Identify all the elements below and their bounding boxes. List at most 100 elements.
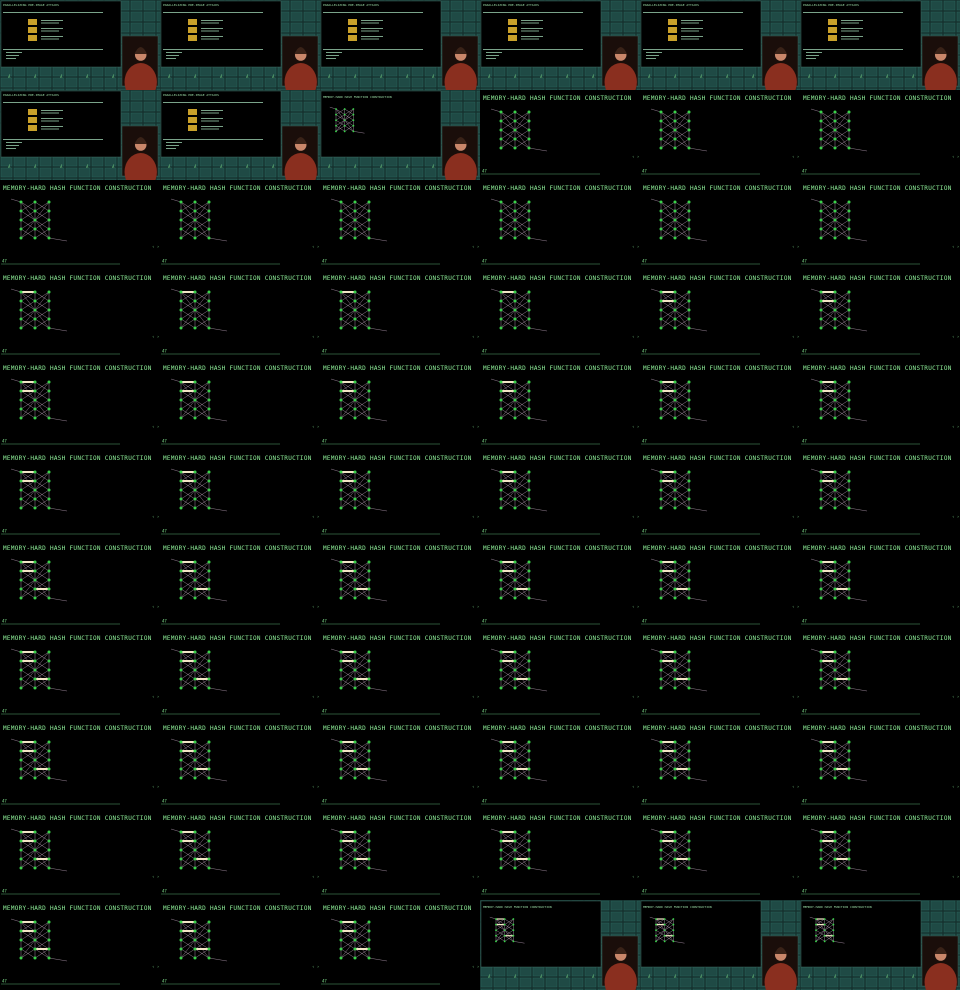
- graph-node: [673, 317, 677, 321]
- video-frame-thumbnail[interactable]: MEMORY-HARD HASH FUNCTION CONSTRUCTION 47…: [0, 630, 160, 720]
- video-frame-thumbnail[interactable]: MEMORY-HARD HASH FUNCTION CONSTRUCTION 47…: [800, 90, 960, 180]
- video-frame-thumbnail[interactable]: MEMORY-HARD HASH FUNCTION CONSTRUCTION 47…: [0, 180, 160, 270]
- video-frame-thumbnail[interactable]: MEMORY-HARD HASH FUNCTION CONSTRUCTION 47…: [0, 720, 160, 810]
- video-frame-thumbnail[interactable]: ʎʎʎʎʎʎPARALLELIZING PRE-IMAGE ATTACKS: [160, 0, 320, 90]
- slide-title: MEMORY-HARD HASH FUNCTION CONSTRUCTION: [323, 815, 472, 822]
- video-frame-thumbnail[interactable]: MEMORY-HARD HASH FUNCTION CONSTRUCTION 47…: [320, 900, 480, 990]
- video-frame-thumbnail[interactable]: ʎʎʎʎʎʎPARALLELIZING PRE-IMAGE ATTACKS: [640, 0, 800, 90]
- graph-node: [687, 677, 691, 681]
- video-frame-thumbnail[interactable]: MEMORY-HARD HASH FUNCTION CONSTRUCTION 47…: [160, 900, 320, 990]
- video-frame-thumbnail[interactable]: MEMORY-HARD HASH FUNCTION CONSTRUCTION 47…: [640, 540, 800, 630]
- video-frame-thumbnail[interactable]: MEMORY-HARD HASH FUNCTION CONSTRUCTION 47…: [160, 270, 320, 360]
- video-frame-thumbnail[interactable]: ʎʎʎʎʎʎPARALLELIZING PRE-IMAGE ATTACKS: [800, 0, 960, 90]
- graph-node: [687, 479, 691, 483]
- text-line: [163, 139, 263, 140]
- video-frame-thumbnail[interactable]: MEMORY-HARD HASH FUNCTION CONSTRUCTION 47…: [320, 360, 480, 450]
- video-frame-thumbnail[interactable]: MEMORY-HARD HASH FUNCTION CONSTRUCTION 47…: [320, 270, 480, 360]
- video-contact-sheet: ʎʎʎʎʎʎPARALLELIZING PRE-IMAGE ATTACKSʎʎʎ…: [0, 0, 960, 990]
- slide-bg: [320, 630, 480, 720]
- graph-node: [47, 578, 51, 582]
- slide-number: 47: [642, 889, 647, 894]
- video-frame-thumbnail[interactable]: MEMORY-HARD HASH FUNCTION CONSTRUCTION 47…: [320, 180, 480, 270]
- video-frame-thumbnail[interactable]: MEMORY-HARD HASH FUNCTION CONSTRUCTION 47…: [800, 450, 960, 540]
- graph-node: [353, 956, 357, 960]
- video-frame-thumbnail[interactable]: ʎʎʎʎʎʎPARALLELIZING PRE-IMAGE ATTACKS: [320, 0, 480, 90]
- video-frame-thumbnail[interactable]: MEMORY-HARD HASH FUNCTION CONSTRUCTION 47…: [640, 450, 800, 540]
- video-frame-thumbnail[interactable]: MEMORY-HARD HASH FUNCTION CONSTRUCTION 47…: [800, 810, 960, 900]
- video-frame-thumbnail[interactable]: MEMORY-HARD HASH FUNCTION CONSTRUCTION 47…: [160, 180, 320, 270]
- graph-node: [833, 506, 837, 510]
- cartridge-icon: [668, 27, 677, 33]
- graph-node: [339, 209, 343, 213]
- video-frame-thumbnail[interactable]: MEMORY-HARD HASH FUNCTION CONSTRUCTION 47…: [160, 360, 320, 450]
- video-frame-thumbnail[interactable]: MEMORY-HARD HASH FUNCTION CONSTRUCTION 47…: [0, 540, 160, 630]
- video-frame-thumbnail[interactable]: MEMORY-HARD HASH FUNCTION CONSTRUCTION 47…: [160, 540, 320, 630]
- video-frame-thumbnail[interactable]: MEMORY-HARD HASH FUNCTION CONSTRUCTION 47…: [480, 90, 640, 180]
- video-frame-thumbnail[interactable]: MEMORY-HARD HASH FUNCTION CONSTRUCTION 47…: [0, 450, 160, 540]
- video-frame-thumbnail[interactable]: MEMORY-HARD HASH FUNCTION CONSTRUCTION 47…: [800, 540, 960, 630]
- graph-node: [672, 918, 675, 920]
- video-frame-thumbnail[interactable]: ʎʎʎʎʎʎMEMORY-HARD HASH FUNCTION CONSTRUC…: [640, 900, 800, 990]
- video-frame-thumbnail[interactable]: MEMORY-HARD HASH FUNCTION CONSTRUCTION 47…: [800, 360, 960, 450]
- video-frame-thumbnail[interactable]: MEMORY-HARD HASH FUNCTION CONSTRUCTION 47…: [0, 360, 160, 450]
- video-frame-thumbnail[interactable]: MEMORY-HARD HASH FUNCTION CONSTRUCTION 47…: [800, 180, 960, 270]
- video-frame-thumbnail[interactable]: MEMORY-HARD HASH FUNCTION CONSTRUCTION 47…: [480, 270, 640, 360]
- graph-node: [339, 290, 343, 294]
- video-frame-thumbnail[interactable]: MEMORY-HARD HASH FUNCTION CONSTRUCTION 47…: [480, 540, 640, 630]
- video-frame-thumbnail[interactable]: MEMORY-HARD HASH FUNCTION CONSTRUCTION 47…: [480, 720, 640, 810]
- video-frame-thumbnail[interactable]: MEMORY-HARD HASH FUNCTION CONSTRUCTION 47…: [640, 90, 800, 180]
- video-frame-thumbnail[interactable]: MEMORY-HARD HASH FUNCTION CONSTRUCTION 47…: [480, 810, 640, 900]
- speaker-video: [441, 125, 479, 180]
- wall-tile: [558, 977, 571, 988]
- video-frame-thumbnail[interactable]: MEMORY-HARD HASH FUNCTION CONSTRUCTION 47…: [0, 810, 160, 900]
- video-frame-thumbnail[interactable]: MEMORY-HARD HASH FUNCTION CONSTRUCTION 47…: [640, 630, 800, 720]
- video-frame-thumbnail[interactable]: ʎʎʎʎʎʎMEMORY-HARD HASH FUNCTION CONSTRUC…: [800, 900, 960, 990]
- video-frame-thumbnail[interactable]: MEMORY-HARD HASH FUNCTION CONSTRUCTION 47…: [640, 720, 800, 810]
- graph-node: [47, 398, 51, 402]
- video-frame-thumbnail[interactable]: MEMORY-HARD HASH FUNCTION CONSTRUCTION 47…: [640, 180, 800, 270]
- wall-tile: [571, 966, 584, 977]
- video-frame-thumbnail[interactable]: MEMORY-HARD HASH FUNCTION CONSTRUCTION 47…: [320, 720, 480, 810]
- graph-node: [499, 578, 503, 582]
- graph-node: [659, 848, 663, 852]
- video-frame-thumbnail[interactable]: MEMORY-HARD HASH FUNCTION CONSTRUCTION 47…: [160, 450, 320, 540]
- video-frame-thumbnail[interactable]: MEMORY-HARD HASH FUNCTION CONSTRUCTION 47…: [320, 810, 480, 900]
- graph-node: [499, 677, 503, 681]
- highlight-bar: [35, 858, 49, 860]
- video-frame-thumbnail[interactable]: ʎʎʎʎʎʎPARALLELIZING PRE-IMAGE ATTACKS: [160, 90, 320, 180]
- video-frame-thumbnail[interactable]: ʎʎʎʎʎʎMEMORY-HARD HASH FUNCTION CONSTRUC…: [320, 90, 480, 180]
- video-frame-thumbnail[interactable]: ʎʎʎʎʎʎPARALLELIZING PRE-IMAGE ATTACKS: [480, 0, 640, 90]
- video-frame-thumbnail[interactable]: ʎʎʎʎʎʎMEMORY-HARD HASH FUNCTION CONSTRUC…: [480, 900, 640, 990]
- video-frame-thumbnail[interactable]: MEMORY-HARD HASH FUNCTION CONSTRUCTION 47…: [480, 360, 640, 450]
- video-frame-thumbnail[interactable]: MEMORY-HARD HASH FUNCTION CONSTRUCTION 47…: [800, 270, 960, 360]
- video-frame-thumbnail[interactable]: MEMORY-HARD HASH FUNCTION CONSTRUCTION 47…: [160, 720, 320, 810]
- graph-node: [179, 668, 183, 672]
- graph-node: [207, 578, 211, 582]
- video-frame-thumbnail[interactable]: MEMORY-HARD HASH FUNCTION CONSTRUCTION 47…: [480, 450, 640, 540]
- video-frame-thumbnail[interactable]: MEMORY-HARD HASH FUNCTION CONSTRUCTION 47…: [0, 270, 160, 360]
- video-frame-thumbnail[interactable]: MEMORY-HARD HASH FUNCTION CONSTRUCTION 47…: [800, 720, 960, 810]
- graph-node: [19, 398, 23, 402]
- video-frame-thumbnail[interactable]: MEMORY-HARD HASH FUNCTION CONSTRUCTION 47…: [640, 810, 800, 900]
- video-frame-thumbnail[interactable]: MEMORY-HARD HASH FUNCTION CONSTRUCTION 47…: [320, 450, 480, 540]
- video-frame-thumbnail[interactable]: MEMORY-HARD HASH FUNCTION CONSTRUCTION 47…: [0, 900, 160, 990]
- graph-node: [193, 398, 197, 402]
- video-frame-thumbnail[interactable]: MEMORY-HARD HASH FUNCTION CONSTRUCTION 47…: [800, 630, 960, 720]
- video-frame-thumbnail[interactable]: MEMORY-HARD HASH FUNCTION CONSTRUCTION 47…: [640, 360, 800, 450]
- video-frame-thumbnail[interactable]: ʎʎʎʎʎʎPARALLELIZING PRE-IMAGE ATTACKS: [0, 90, 160, 180]
- wall-tile: [13, 66, 26, 77]
- bullet-line: [166, 142, 182, 143]
- video-frame-thumbnail[interactable]: MEMORY-HARD HASH FUNCTION CONSTRUCTION 47…: [160, 630, 320, 720]
- graph-node: [847, 830, 851, 834]
- frame-graphic: MEMORY-HARD HASH FUNCTION CONSTRUCTION47…: [320, 450, 480, 540]
- video-frame-thumbnail[interactable]: MEMORY-HARD HASH FUNCTION CONSTRUCTION 47…: [320, 540, 480, 630]
- video-frame-thumbnail[interactable]: MEMORY-HARD HASH FUNCTION CONSTRUCTION 47…: [480, 180, 640, 270]
- video-frame-thumbnail[interactable]: ʎʎʎʎʎʎPARALLELIZING PRE-IMAGE ATTACKS: [0, 0, 160, 90]
- video-frame-thumbnail[interactable]: MEMORY-HARD HASH FUNCTION CONSTRUCTION 47…: [640, 270, 800, 360]
- video-frame-thumbnail[interactable]: MEMORY-HARD HASH FUNCTION CONSTRUCTION 47…: [160, 810, 320, 900]
- video-frame-thumbnail[interactable]: MEMORY-HARD HASH FUNCTION CONSTRUCTION 47…: [480, 630, 640, 720]
- slide-bg: [480, 360, 640, 450]
- graph-node: [673, 308, 677, 312]
- graph-node: [687, 200, 691, 204]
- video-frame-thumbnail[interactable]: MEMORY-HARD HASH FUNCTION CONSTRUCTION 47…: [320, 630, 480, 720]
